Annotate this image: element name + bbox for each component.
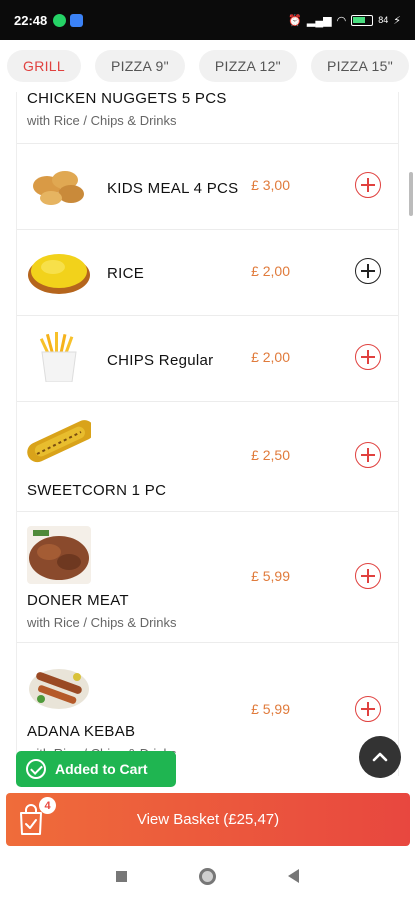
whatsapp-icon <box>53 13 67 27</box>
item-name: RICE <box>107 265 145 282</box>
tab-pizza-15[interactable]: PIZZA 15" <box>310 50 409 82</box>
status-time: 22:48 <box>14 12 48 28</box>
item-image-kebab <box>27 655 91 715</box>
item-image-chips <box>27 332 91 382</box>
item-name: KIDS MEAL 4 PCS <box>107 180 239 197</box>
tab-pizza-9[interactable]: PIZZA 9" <box>94 50 185 82</box>
view-basket-label: View Basket (£25,47) <box>136 811 280 828</box>
back-icon[interactable] <box>288 869 299 883</box>
item-subtitle: with Rice / Chips & Drinks <box>27 615 177 630</box>
menu-list: CHICKEN NUGGETS 5 PCS with Rice / Chips … <box>16 92 399 776</box>
item-subtitle: with Rice / Chips & Drinks <box>27 113 177 128</box>
item-price: £ 3,00 <box>251 177 290 193</box>
item-price: £ 5,99 <box>251 568 290 584</box>
add-to-cart-button[interactable] <box>355 696 381 722</box>
added-to-cart-toast: Added to Cart <box>16 751 176 787</box>
item-image-nuggets <box>27 162 91 212</box>
menu-item[interactable]: KIDS MEAL 4 PCS £ 3,00 <box>17 144 398 230</box>
add-to-cart-button[interactable] <box>355 172 381 198</box>
status-bar: 22:48 ⏰ ▂▄▆ ◠ 84 ⚡ <box>0 0 415 40</box>
scroll-to-top-button[interactable] <box>359 736 401 778</box>
tab-grill[interactable]: GRILL <box>7 50 81 82</box>
status-indicators: ⏰ ▂▄▆ ◠ 84 ⚡ <box>288 14 401 27</box>
add-to-cart-button[interactable] <box>355 344 381 370</box>
message-icon <box>70 13 84 27</box>
item-name: CHIPS Regular <box>107 352 214 369</box>
menu-item[interactable]: SWEETCORN 1 PC £ 2,50 <box>17 402 398 512</box>
item-price: £ 2,50 <box>251 447 290 463</box>
menu-item[interactable]: DONER MEAT with Rice / Chips & Drinks £ … <box>17 512 398 643</box>
tab-pizza-12[interactable]: PIZZA 12" <box>198 50 297 82</box>
toast-label: Added to Cart <box>55 761 148 777</box>
home-icon[interactable] <box>199 867 216 885</box>
system-nav-bar <box>0 852 415 900</box>
chevron-up-icon <box>372 752 388 762</box>
signal-icon: ▂▄▆ <box>306 14 332 27</box>
item-price: £ 2,00 <box>251 263 290 279</box>
menu-item[interactable]: RICE £ 2,00 <box>17 230 398 316</box>
add-to-cart-button[interactable] <box>355 442 381 468</box>
alarm-icon: ⏰ <box>288 14 302 27</box>
item-image-sweetcorn <box>27 414 91 470</box>
item-price: £ 5,99 <box>251 701 290 717</box>
view-basket-button[interactable]: 4 View Basket (£25,47) <box>6 793 410 846</box>
item-image-rice <box>27 247 91 297</box>
item-name: DONER MEAT <box>27 592 129 609</box>
charging-icon: ⚡ <box>393 14 401 27</box>
battery-icon <box>351 14 374 26</box>
item-image-doner <box>27 526 91 584</box>
add-to-cart-button[interactable] <box>355 563 381 589</box>
wifi-icon: ◠ <box>336 14 347 27</box>
item-name: ADANA KEBAB <box>27 723 136 740</box>
status-notifications <box>53 13 84 27</box>
recents-icon[interactable] <box>116 870 127 882</box>
add-to-cart-button[interactable] <box>355 258 381 284</box>
menu-item[interactable]: CHICKEN NUGGETS 5 PCS with Rice / Chips … <box>17 92 398 144</box>
scrollbar[interactable] <box>409 172 413 216</box>
battery-level: 84 <box>378 15 389 25</box>
menu-item[interactable]: CHIPS Regular £ 2,00 <box>17 316 398 402</box>
item-price: £ 2,00 <box>251 349 290 365</box>
basket-count-badge: 4 <box>39 797 56 814</box>
category-tabs: GRILL PIZZA 9" PIZZA 12" PIZZA 15" <box>0 40 415 92</box>
check-circle-icon <box>26 759 46 779</box>
item-name: CHICKEN NUGGETS 5 PCS <box>27 92 227 107</box>
item-name: SWEETCORN 1 PC <box>27 482 167 499</box>
